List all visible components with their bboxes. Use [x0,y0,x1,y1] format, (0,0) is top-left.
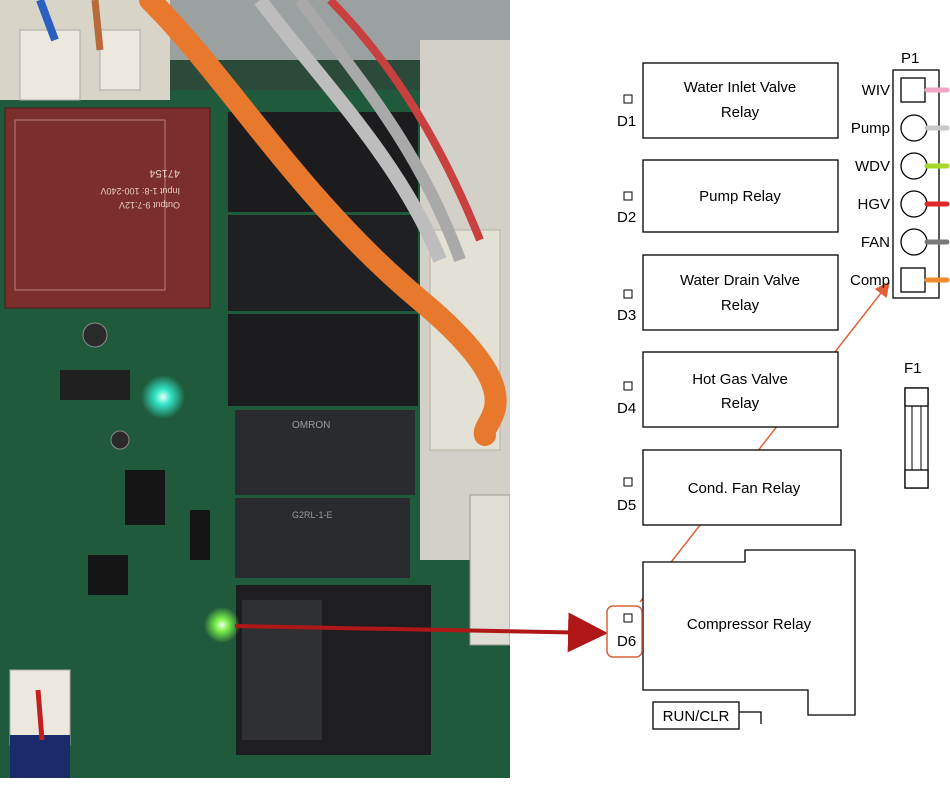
pcb-photo-illustration: 47154 Input 1-8: 100-240V Output 9-7:12V… [0,0,510,778]
pin-label: FAN [861,234,890,251]
pin-label: HGV [857,196,890,213]
pin-socket-icon [900,228,928,256]
pin-label: Comp [850,272,890,289]
pin-socket-icon [900,267,926,293]
relay-fan: Cond. Fan Relay D5 [617,449,842,526]
ic-chip [125,470,165,525]
pin-socket-icon [900,152,928,180]
wiring-diagram-svg: Water Inlet Valve Relay D1 Pump Relay D2… [606,50,950,730]
relay-hgv-label-2: Relay [721,395,760,412]
relay-pump: Pump Relay D2 [617,159,839,233]
relay-wiv-label-2: Relay [721,104,760,121]
run-clr-switch: RUN/CLR [652,701,762,730]
run-clr-label: RUN/CLR [663,708,730,725]
led-glow-blue [141,375,185,419]
pcb-photo: 47154 Input 1-8: 100-240V Output 9-7:12V… [0,0,510,778]
connector-p1-title: P1 [901,50,919,67]
led-d5-icon [623,477,633,487]
relay-wdv-label-1: Water Drain Valve [680,272,800,289]
led-glow-green-d6 [204,607,240,643]
relay-compressor-label: Compressor Relay [687,616,812,633]
led-d1-icon [623,94,633,104]
pin-socket-icon [900,114,928,142]
relay-wiv: Water Inlet Valve Relay D1 [617,62,839,139]
relay-fan-label: Cond. Fan Relay [688,480,801,497]
pin-label: WDV [855,158,890,175]
led-d3-label: D3 [617,307,636,324]
connector-body [892,69,940,299]
pin-label: Pump [851,120,890,137]
relay-wdv-label-2: Relay [721,297,760,314]
relay-wiv-label-1: Water Inlet Valve [684,79,797,96]
pin-socket-icon [900,190,928,218]
board-marking-1: 47154 [149,167,180,179]
relay-brand-marking: OMRON [292,420,330,431]
pin-socket-icon [900,77,926,103]
board-marking-2: Input 1-8: 100-240V [100,186,180,196]
board-marking-3: Output 9-7:12V [119,200,180,210]
relay-model-marking: G2RL-1-E [292,510,333,520]
led-d6-label: D6 [617,633,636,650]
led-d2-icon [623,191,633,201]
fuse-f1: F1 [904,360,929,489]
led-d6-icon [623,613,633,623]
relay-hgv: Hot Gas Valve Relay D4 [617,351,839,428]
relay-compressor: Compressor Relay D6 [606,549,856,716]
led-d4-icon [623,381,633,391]
led-d4-label: D4 [617,400,636,417]
relay-block-3 [228,314,418,406]
wiring-diagram: Water Inlet Valve Relay D1 Pump Relay D2… [515,0,950,790]
relay-wdv: Water Drain Valve Relay D3 [617,254,839,331]
pin-label: WIV [862,82,890,99]
relay-pump-label: Pump Relay [699,188,781,205]
relay-hgv-label-1: Hot Gas Valve [692,371,788,388]
led-d1-label: D1 [617,113,636,130]
led-d5-label: D5 [617,497,636,514]
fuse-f1-label: F1 [904,360,922,377]
microcontroller [88,555,128,595]
led-d2-label: D2 [617,209,636,226]
connector-p1: P1 WIV Pump WDV HGV FAN Comp [850,50,950,299]
led-d3-icon [623,289,633,299]
